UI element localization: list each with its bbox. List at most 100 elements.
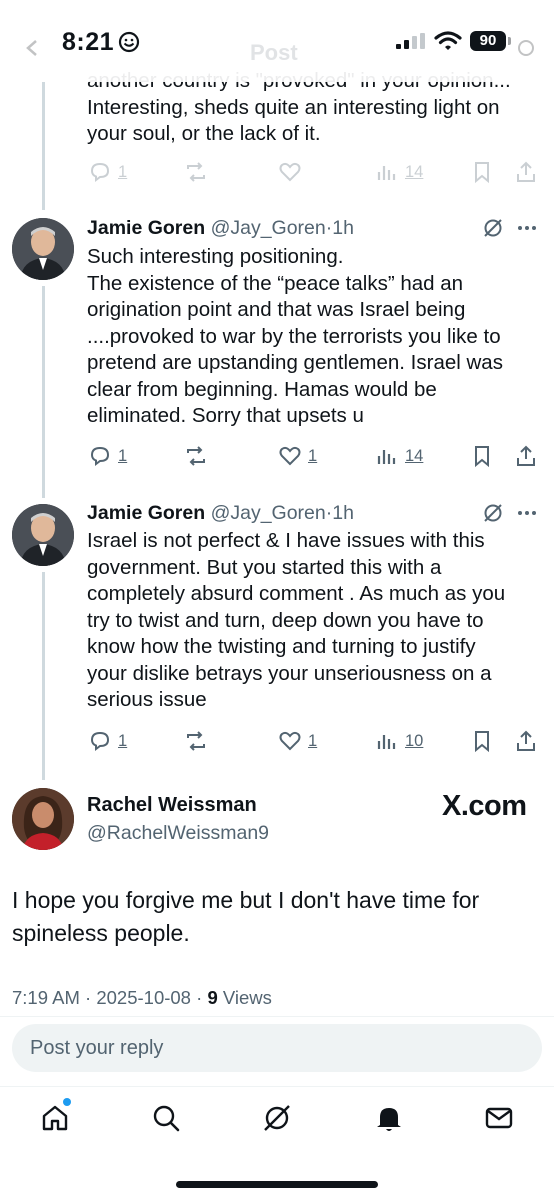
avatar-image <box>12 218 74 280</box>
author-handle[interactable]: @Jay_Goren <box>211 502 326 524</box>
views-label[interactable]: Views <box>223 987 272 1008</box>
reply-count: 1 <box>118 731 128 750</box>
thread-connector <box>42 286 45 498</box>
notifications-icon[interactable] <box>374 1103 404 1133</box>
views-count: 9 <box>207 987 218 1008</box>
back-icon[interactable] <box>22 38 42 58</box>
repost-button[interactable] <box>184 441 208 471</box>
like-button[interactable]: 1 <box>278 726 317 756</box>
author-name[interactable]: Jamie Goren <box>87 217 205 239</box>
reply-count: 1 <box>118 446 128 465</box>
post-header: Jamie Goren @Jay_Goren·1h <box>87 501 354 525</box>
reply-button[interactable]: 1 <box>88 157 127 187</box>
bookmark-icon <box>475 446 489 468</box>
reply-button[interactable]: 1 <box>88 726 127 756</box>
views-count: 14 <box>405 162 424 181</box>
reply-icon <box>90 162 110 182</box>
messages-icon[interactable] <box>484 1103 514 1133</box>
views-icon <box>377 166 396 180</box>
avatar[interactable] <box>12 218 74 280</box>
home-indicator[interactable] <box>176 1181 378 1188</box>
grok-icon[interactable] <box>482 502 504 524</box>
xcom-watermark: X.com <box>442 790 527 822</box>
views-count: 10 <box>405 731 424 750</box>
smiley-status-icon <box>118 31 140 53</box>
author-name[interactable]: Jamie Goren <box>87 502 205 524</box>
notification-dot <box>63 1098 71 1106</box>
post-text: Such interesting positioning. The existe… <box>87 245 503 427</box>
views-button[interactable]: 14 <box>375 441 423 471</box>
separator-dot: · <box>196 987 203 1008</box>
bookmark-button[interactable] <box>470 157 494 187</box>
like-button[interactable]: 1 <box>278 441 317 471</box>
avatar[interactable] <box>12 788 74 850</box>
share-button[interactable] <box>514 157 538 187</box>
post-actions: 1 14 <box>88 157 540 187</box>
heart-icon <box>279 731 301 751</box>
post-actions: 1 1 14 <box>88 441 540 471</box>
post-meta: 7:19 AM · 2025-10-08 · 9 Views <box>12 987 272 1009</box>
bookmark-button[interactable] <box>470 441 494 471</box>
like-count: 1 <box>308 731 318 750</box>
grok-icon[interactable] <box>262 1103 292 1133</box>
views-button[interactable]: 14 <box>375 157 423 187</box>
battery-tip <box>508 37 511 45</box>
status-time: 8:21 <box>62 28 115 56</box>
repost-icon <box>187 446 205 466</box>
repost-icon <box>187 162 205 182</box>
search-icon[interactable] <box>151 1103 181 1133</box>
heart-icon <box>279 446 301 466</box>
share-button[interactable] <box>514 726 538 756</box>
post-time[interactable]: 1h <box>332 502 354 524</box>
reply-icon <box>90 731 110 751</box>
author-name[interactable]: Rachel Weissman <box>87 794 257 817</box>
author-handle[interactable]: @RachelWeissman9 <box>87 822 269 845</box>
share-icon <box>517 161 535 182</box>
reply-icon <box>90 446 110 466</box>
post-header-icons <box>482 217 542 239</box>
share-icon <box>517 730 535 751</box>
home-icon[interactable] <box>40 1103 70 1133</box>
repost-button[interactable] <box>184 157 208 187</box>
avatar-image <box>12 504 74 566</box>
thread-connector <box>42 572 45 780</box>
views-button[interactable]: 10 <box>375 726 423 756</box>
bookmark-icon <box>475 731 489 753</box>
post-header: Jamie Goren @Jay_Goren·1h <box>87 216 354 240</box>
wifi-icon <box>434 31 462 50</box>
more-options-icon[interactable] <box>516 502 538 524</box>
post-time[interactable]: 1h <box>332 217 354 239</box>
reply-count: 1 <box>118 162 128 181</box>
separator-dot: · <box>85 987 92 1008</box>
header-title: Post <box>250 40 298 65</box>
heart-icon <box>279 162 301 182</box>
like-button[interactable] <box>278 157 302 187</box>
post-text: Israel is not perfect & I have issues wi… <box>87 529 506 711</box>
post-text: I hope you forgive me but I don't have t… <box>12 887 480 946</box>
reply-input[interactable]: Post your reply <box>12 1024 542 1072</box>
avatar[interactable] <box>12 504 74 566</box>
reply-placeholder: Post your reply <box>30 1037 164 1059</box>
post-time[interactable]: 7:19 AM <box>12 987 80 1008</box>
grok-icon[interactable] <box>482 217 504 239</box>
repost-button[interactable] <box>184 726 208 756</box>
views-icon <box>377 450 396 464</box>
post-header-icons <box>482 502 542 524</box>
reply-button[interactable]: 1 <box>88 441 127 471</box>
status-bar: Post 8:21 90 <box>0 0 554 82</box>
bookmark-button[interactable] <box>470 726 494 756</box>
more-options-icon[interactable] <box>516 217 538 239</box>
post-actions: 1 1 10 <box>88 726 540 756</box>
bookmark-icon <box>475 162 489 184</box>
post-date[interactable]: 2025-10-08 <box>96 987 191 1008</box>
like-count: 1 <box>308 446 318 465</box>
views-count: 14 <box>405 446 424 465</box>
avatar-image <box>12 788 74 850</box>
views-icon <box>377 735 396 749</box>
divider <box>0 1016 554 1017</box>
share-button[interactable] <box>514 441 538 471</box>
share-icon <box>517 445 535 466</box>
more-icon[interactable] <box>516 38 536 58</box>
thread-connector <box>42 82 45 210</box>
author-handle[interactable]: @Jay_Goren <box>211 217 326 239</box>
